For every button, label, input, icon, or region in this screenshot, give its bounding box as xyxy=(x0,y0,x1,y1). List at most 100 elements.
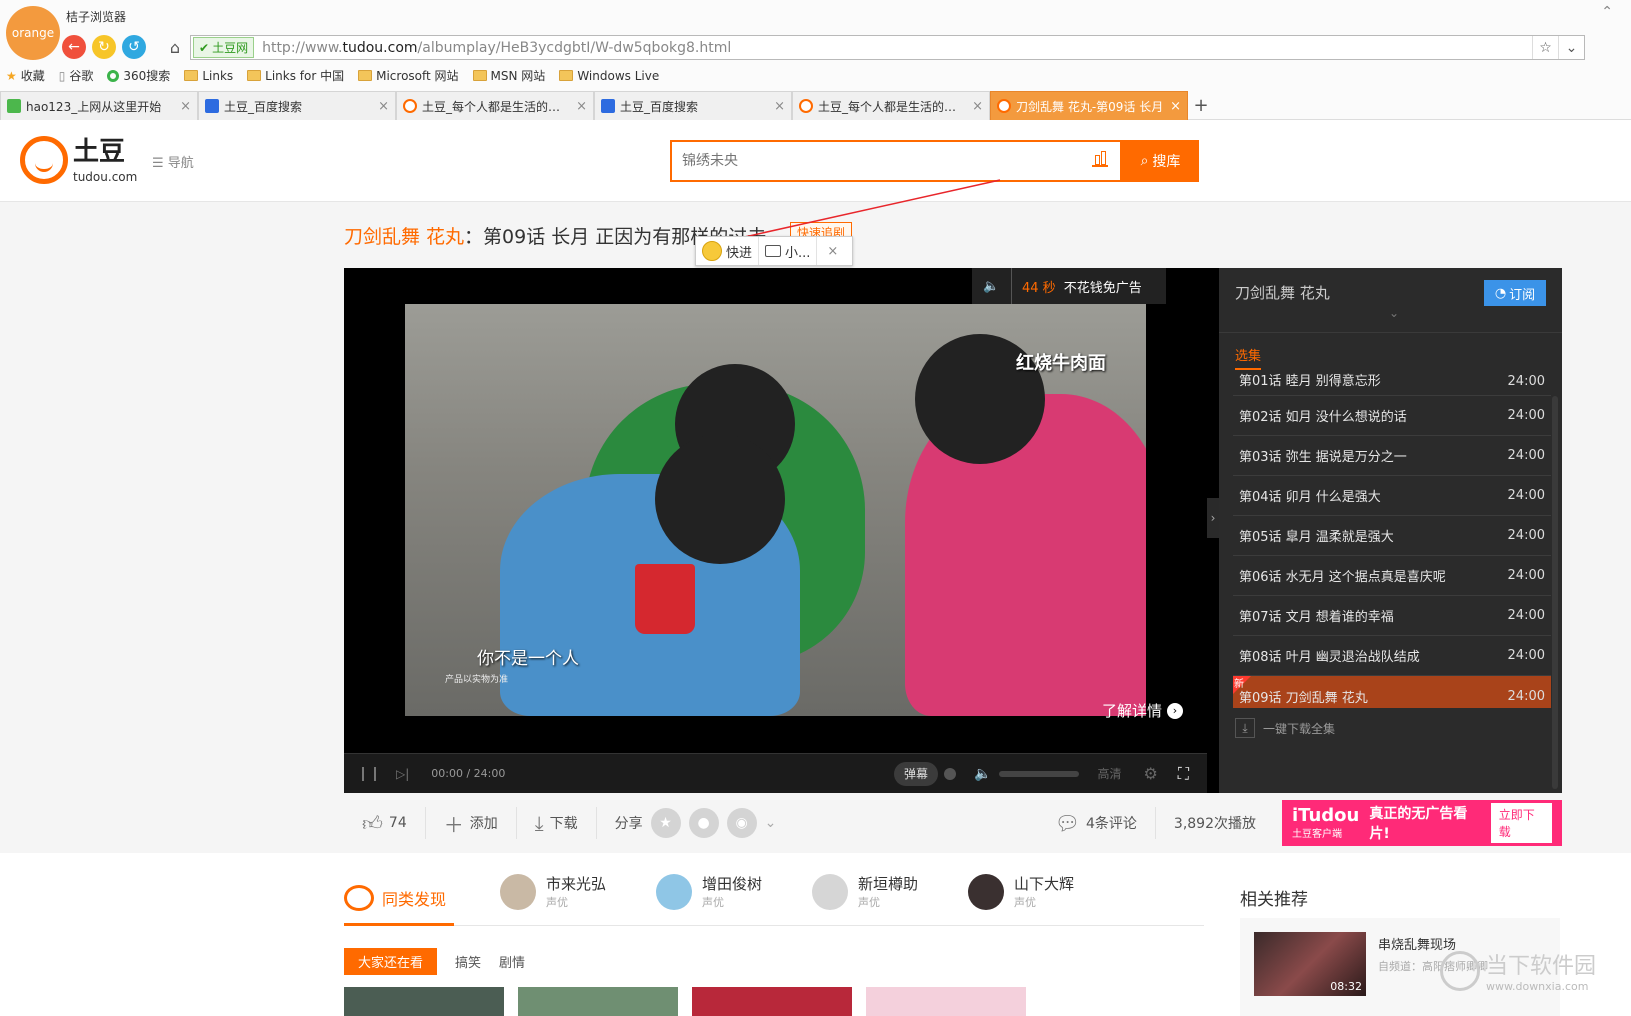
undo-button[interactable]: ↺ xyxy=(122,35,146,59)
tab-tudou-1[interactable]: 土豆_每个人都是生活的导演 × xyxy=(396,91,594,120)
volume-slider[interactable] xyxy=(999,770,1080,777)
similar-heading[interactable]: 同类发现 xyxy=(344,885,446,911)
nav-menu-button[interactable]: ☰ 导航 xyxy=(152,152,194,171)
volume-icon[interactable]: 🔈 xyxy=(972,268,1012,304)
comments-link[interactable]: 💬︎ 4条评论 xyxy=(1037,807,1156,839)
bookmark-links[interactable]: Links xyxy=(184,69,233,83)
pause-icon[interactable] xyxy=(362,766,376,781)
close-icon[interactable]: × xyxy=(1170,99,1181,114)
episode-scrollbar[interactable] xyxy=(1552,396,1558,789)
chevron-down-icon[interactable]: ⌄ xyxy=(1558,36,1584,59)
add-button[interactable]: ＋添加 xyxy=(426,807,517,839)
site-brand[interactable]: 土豆 xyxy=(73,138,125,166)
new-tab-button[interactable]: + xyxy=(1188,91,1214,120)
quality-selector[interactable]: 高清 xyxy=(1097,765,1121,782)
episode-item[interactable]: 第03话 弥生 据说是万分之一 24:00 xyxy=(1233,436,1551,476)
video-thumbnail[interactable] xyxy=(692,987,852,1016)
mini-window-button[interactable]: 小... xyxy=(759,237,818,265)
voice-actor-card[interactable]: 市来光弘 声优 xyxy=(500,873,606,910)
tab-baidu-2[interactable]: 土豆_百度搜索 × xyxy=(594,91,792,120)
video-thumbnail[interactable] xyxy=(866,987,1026,1016)
episode-item[interactable]: 第04话 卯月 什么是强大 24:00 xyxy=(1233,476,1551,516)
episode-item[interactable]: 第05话 皐月 温柔就是强大 24:00 xyxy=(1233,516,1551,556)
tab-baidu-1[interactable]: 土豆_百度搜索 × xyxy=(198,91,396,120)
bookmark-links-china[interactable]: Links for 中国 xyxy=(247,67,344,84)
weibo-share-icon[interactable]: ◉ xyxy=(726,808,757,838)
search-button[interactable]: ⌕ 搜库 xyxy=(1122,140,1199,182)
volume-icon[interactable]: 🔈 xyxy=(974,766,991,782)
fullscreen-icon[interactable]: ⛶ xyxy=(1178,764,1189,784)
close-icon[interactable]: × xyxy=(972,99,983,114)
episode-item[interactable]: 第02话 如月 没什么想说的话 24:00 xyxy=(1233,396,1551,436)
search-input[interactable] xyxy=(672,142,1072,180)
chevron-down-icon[interactable]: ⌄ xyxy=(1389,306,1399,320)
close-icon[interactable]: × xyxy=(817,244,848,259)
next-icon[interactable]: ▷| xyxy=(396,767,409,781)
tab-hao123[interactable]: hao123_上网从这里开始 × xyxy=(0,91,198,120)
tab-tudou-2[interactable]: 土豆_每个人都是生活的导演 × xyxy=(792,91,990,120)
learn-more-button[interactable]: 了解详情 › xyxy=(1102,700,1183,721)
download-all-button[interactable]: ⤓ 一键下载全集 xyxy=(1235,718,1335,738)
star-share-icon[interactable]: ★ xyxy=(650,808,681,838)
gear-icon[interactable]: ⚙ xyxy=(1143,764,1157,783)
back-button[interactable]: ← xyxy=(62,35,86,59)
frame-figure xyxy=(635,564,695,634)
show-title-link[interactable]: 刀剑乱舞 花丸 xyxy=(344,226,464,248)
bookmark-windows-live[interactable]: Windows Live xyxy=(559,69,659,83)
video-thumbnail[interactable] xyxy=(344,987,504,1016)
panel-toggle-button[interactable]: › xyxy=(1207,498,1219,538)
ranking-chart-icon[interactable] xyxy=(1092,151,1108,167)
tudou-logo-icon[interactable] xyxy=(20,136,68,184)
tab-popular[interactable]: 大家还在看 xyxy=(344,948,438,975)
star-bookmark-icon[interactable]: ☆ xyxy=(1532,36,1558,59)
url-text[interactable]: http://www.tudou.com/albumplay/HeB3ycdgb… xyxy=(262,40,731,56)
download-button[interactable]: ⤓ 下载 xyxy=(517,807,597,839)
related-thumbnail[interactable]: 08:32 xyxy=(1254,932,1366,996)
tudou-icon xyxy=(799,99,813,113)
episode-item[interactable]: 第07话 文月 想着谁的幸福 24:00 xyxy=(1233,596,1551,636)
refresh-button[interactable]: ↻ xyxy=(92,35,116,59)
voice-actor-card[interactable]: 增田俊树 声优 xyxy=(656,873,762,910)
danmu-toggle[interactable]: 弹幕 xyxy=(893,761,938,786)
home-button[interactable]: ⌂ xyxy=(164,36,186,58)
episode-tabs: 选集 xyxy=(1219,333,1562,370)
voice-actor-card[interactable]: 山下大辉 声优 xyxy=(968,873,1074,910)
bookmark-favorites[interactable]: ★ 收藏 xyxy=(6,67,45,84)
tab-comedy[interactable]: 搞笑 xyxy=(455,952,481,971)
fast-forward-button[interactable]: 快进 xyxy=(696,237,760,265)
window-chevron-icon[interactable]: ⌃ xyxy=(1601,4,1613,20)
browser-logo[interactable]: orange xyxy=(6,6,60,60)
bookmark-msn[interactable]: MSN 网站 xyxy=(472,67,545,84)
bookmarks-bar: ★ 收藏 ▯ 谷歌 360搜索 Links Links for 中国 Microso… xyxy=(6,67,659,84)
itudou-banner[interactable]: iTudou 土豆客户端 真正的无广告看片! 立即下载 xyxy=(1282,800,1562,846)
episode-item[interactable]: 第01话 睦月 别得意忘形 24:00 xyxy=(1233,368,1551,396)
close-icon[interactable]: × xyxy=(576,99,587,114)
voice-actor-card[interactable]: 新垣樽助 声优 xyxy=(812,873,918,910)
close-icon[interactable]: × xyxy=(774,99,785,114)
video-area[interactable]: 红烧牛肉面 你不是一个人 产品以实物为准 🔈 44 秒 不花钱免广告 了解详情 › xyxy=(344,268,1207,753)
tab-current-video[interactable]: 刀剑乱舞 花丸-第09话 长月 × xyxy=(990,91,1188,120)
active-underline xyxy=(344,923,454,926)
bookmark-360[interactable]: 360搜索 xyxy=(107,67,170,84)
tab-episodes[interactable]: 选集 xyxy=(1235,345,1262,370)
close-icon[interactable]: × xyxy=(180,99,191,114)
video-thumbnail[interactable] xyxy=(518,987,678,1016)
site-security-badge[interactable]: ✔ 土豆网 xyxy=(193,37,255,58)
tudou-icon xyxy=(403,99,417,113)
subscribe-button[interactable]: ◔ 订阅 xyxy=(1484,280,1546,306)
qq-share-icon[interactable]: ● xyxy=(688,808,719,838)
skip-ad-link[interactable]: 不花钱免广告 xyxy=(1064,277,1142,296)
bookmark-microsoft[interactable]: Microsoft 网站 xyxy=(358,67,459,84)
address-bar[interactable]: ✔ 土豆网 http://www.tudou.com/albumplay/HeB… xyxy=(190,35,1585,60)
bookmark-google[interactable]: ▯ 谷歌 xyxy=(59,67,94,84)
danmu-switch[interactable] xyxy=(944,767,956,780)
episode-item-current[interactable]: 新第09话 刀剑乱舞 花丸 24:00 xyxy=(1233,676,1551,708)
episode-show-title[interactable]: 刀剑乱舞 花丸 xyxy=(1235,282,1330,303)
tab-drama[interactable]: 剧情 xyxy=(499,952,525,971)
chevron-down-icon[interactable]: ⌄ xyxy=(765,815,777,831)
itudou-download-button[interactable]: 立即下载 xyxy=(1490,803,1552,843)
close-icon[interactable]: × xyxy=(378,99,389,114)
episode-item[interactable]: 第06话 水无月 这个据点真是喜庆呢 24:00 xyxy=(1233,556,1551,596)
episode-item[interactable]: 第08话 叶月 幽灵退治战队结成 24:00 xyxy=(1233,636,1551,676)
like-button[interactable]: 👍︎ 74 xyxy=(344,807,426,839)
